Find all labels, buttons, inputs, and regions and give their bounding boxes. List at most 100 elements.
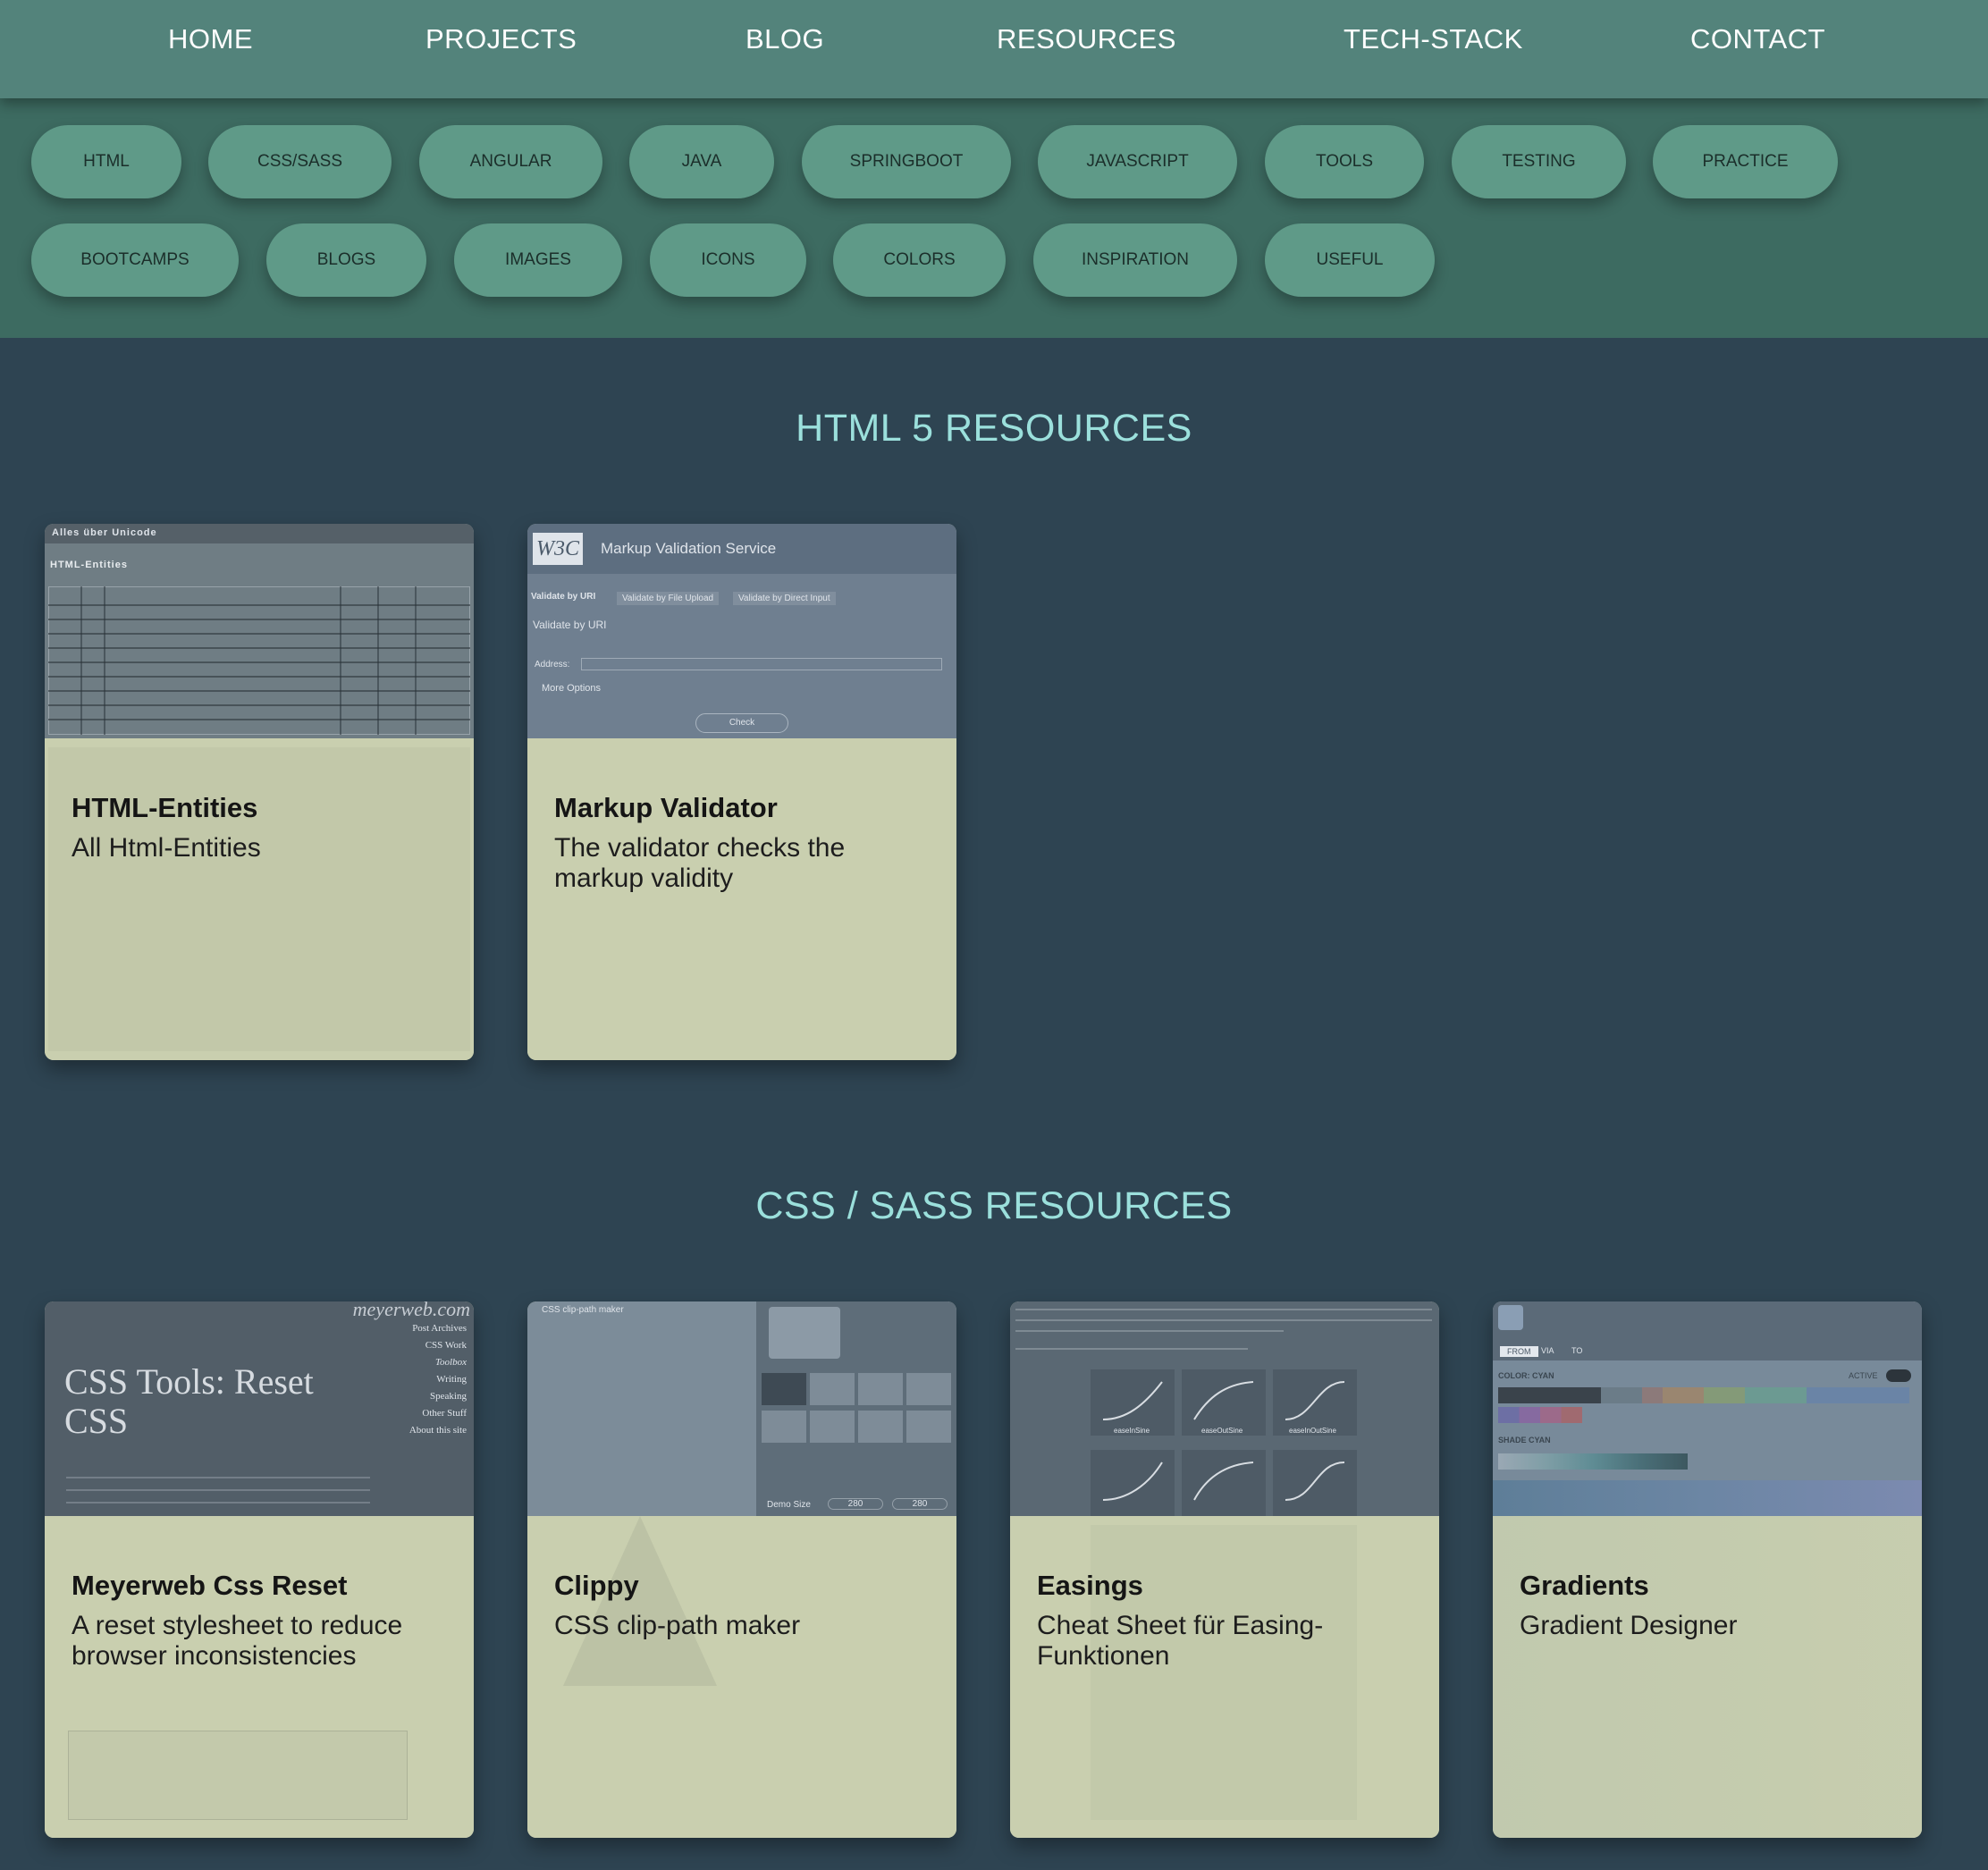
thumb-code-block [68,1731,408,1820]
tab-validate-direct: Validate by Direct Input [733,592,836,605]
category-testing[interactable]: TESTING [1452,125,1626,198]
thumb-curve-box-2 [1182,1369,1266,1436]
category-angular[interactable]: ANGULAR [419,125,602,198]
thumb-menu-0: Post Archives [412,1323,467,1334]
thumb-menu-1: CSS Work [425,1340,467,1351]
resource-card-easings[interactable]: easeInSine easeOutSine easeInOutSine Eas… [1010,1301,1439,1838]
curve-label-1: easeInSine [1114,1427,1150,1435]
tab-validate-by-file: Validate by File Upload [617,592,720,605]
category-useful[interactable]: USEFUL [1265,223,1435,297]
gradient-active-toggle [1886,1369,1911,1382]
section-title-css-sass: CSS / SASS RESOURCES [755,1184,1233,1227]
thumb-address-label: Address: [535,660,570,670]
thumb-header-text: Alles über Unicode [52,527,157,538]
ease-out-quad-curve [1193,1461,1254,1501]
card-thumbnail: FROM VIA TO COLOR: CYAN ACTIVE SHADE CYA… [1493,1301,1922,1516]
card-thumbnail: Alles über Unicode HTML-Entities [45,524,474,738]
card-body: Meyerweb Css Reset A reset stylesheet to… [45,1516,474,1838]
gradient-preview-bar [1493,1480,1922,1516]
gradient-color-label: COLOR: CYAN [1498,1371,1554,1380]
category-javascript[interactable]: JAVASCRIPT [1038,125,1237,198]
ease-in-sine-curve [1102,1381,1163,1420]
gradient-tab-from: FROM [1500,1346,1538,1357]
resource-card-markup-validator[interactable]: W3C Markup Validation Service Validate b… [527,524,956,1060]
category-html[interactable]: HTML [31,125,181,198]
nav-projects[interactable]: PROJECTS [425,23,577,55]
thumb-demo-size-height: 280 [892,1498,948,1510]
category-bootcamps[interactable]: BOOTCAMPS [31,223,239,297]
w3c-logo: W3C [533,533,583,565]
card-body: Markup Validator The validator checks th… [527,738,956,1060]
thumb-shape-rhombus [906,1373,951,1405]
thumb-shape-pentagon [762,1411,806,1443]
category-java[interactable]: JAVA [629,125,774,198]
thumb-shape-triangle [762,1373,806,1405]
gradient-tab-via: VIA [1541,1346,1554,1355]
card-thumbnail: meyerweb.com Post Archives CSS Work Tool… [45,1301,474,1516]
resource-card-html-entities[interactable]: Alles über Unicode HTML-Entities HTML-En… [45,524,474,1060]
card-thumbnail: W3C Markup Validation Service Validate b… [527,524,956,738]
category-inspiration[interactable]: INSPIRATION [1033,223,1237,297]
card-description: CSS clip-path maker [554,1611,801,1640]
category-blogs[interactable]: BLOGS [266,223,426,297]
thumb-address-input [581,658,942,670]
thumb-menu-3: Writing [436,1374,467,1385]
nav-resources[interactable]: RESOURCES [997,23,1176,55]
card-title: Easings [1037,1570,1143,1601]
thumb-heading: CSS Tools: Reset CSS [64,1361,314,1441]
ease-in-quad-curve [1102,1461,1163,1501]
thumb-menu-6: About this site [409,1425,467,1436]
thumb-curve-box-5 [1182,1450,1266,1516]
thumb-shape-hexagon [810,1411,855,1443]
thumb-check-button: Check [695,713,788,733]
gradient-shade-row [1498,1453,1688,1470]
section-title-html5: HTML 5 RESOURCES [796,407,1192,450]
thumb-shape-trapezoid [810,1373,855,1405]
category-practice[interactable]: PRACTICE [1653,125,1838,198]
gradient-active-label: ACTIVE [1849,1371,1878,1380]
thumb-menu-4: Speaking [430,1391,467,1402]
curve-label-2: easeOutSine [1201,1427,1243,1435]
main-nav: HOME PROJECTS BLOG RESOURCES TECH-STACK … [0,0,1988,98]
category-colors[interactable]: COLORS [833,223,1006,297]
nav-blog[interactable]: BLOG [746,23,824,55]
nav-home[interactable]: HOME [168,23,253,55]
thumb-curve-box-4 [1091,1450,1175,1516]
ease-out-sine-curve [1193,1381,1254,1420]
category-icons[interactable]: ICONS [650,223,806,297]
category-images[interactable]: IMAGES [454,223,622,297]
card-description: A reset stylesheet to reduce browser inc… [72,1611,403,1671]
card-description: Cheat Sheet für Easing-Funktionen [1037,1611,1324,1671]
thumb-toolbar [1493,1301,1922,1360]
resource-card-gradients[interactable]: FROM VIA TO COLOR: CYAN ACTIVE SHADE CYA… [1493,1301,1922,1838]
thumb-section-label: Validate by URI [533,619,607,631]
thumb-entity-table [48,586,470,735]
thumb-more-options: More Options [542,683,602,694]
thumb-shape-octagon [906,1411,951,1443]
gradient-shade-label: SHADE CYAN [1498,1436,1551,1445]
card-thumbnail: easeInSine easeOutSine easeInOutSine [1010,1301,1439,1516]
resource-card-meyerweb-reset[interactable]: meyerweb.com Post Archives CSS Work Tool… [45,1301,474,1838]
category-tools[interactable]: TOOLS [1265,125,1424,198]
ease-in-out-quad-curve [1285,1461,1345,1501]
resource-card-clippy[interactable]: CSS clip-path maker Demo Size 280 280 Cl… [527,1301,956,1838]
card-title: Clippy [554,1570,639,1601]
thumb-curve-box-1 [1091,1369,1175,1436]
card-body: Clippy CSS clip-path maker [527,1516,956,1838]
card-thumbnail: CSS clip-path maker Demo Size 280 280 [527,1301,956,1516]
thumb-demo-size-width: 280 [828,1498,883,1510]
card-description: All Html-Entities [72,833,261,863]
nav-contact[interactable]: CONTACT [1690,23,1825,55]
category-css-sass[interactable]: CSS/SASS [208,125,392,198]
thumb-subheader-text: HTML-Entities [50,560,128,570]
card-body: Gradients Gradient Designer [1493,1516,1922,1838]
thumb-demo-size-label: Demo Size [767,1500,811,1510]
card-description: The validator checks the markup validity [554,833,846,893]
category-springboot[interactable]: SPRINGBOOT [802,125,1011,198]
thumb-curve-box-6 [1273,1450,1357,1516]
meyerweb-logo: meyerweb.com [352,1301,470,1320]
ease-in-out-sine-curve [1285,1381,1345,1420]
nav-tech-stack[interactable]: TECH-STACK [1344,23,1523,55]
card-body: HTML-Entities All Html-Entities [45,738,474,1060]
thumb-header-text: CSS clip-path maker [542,1305,624,1315]
